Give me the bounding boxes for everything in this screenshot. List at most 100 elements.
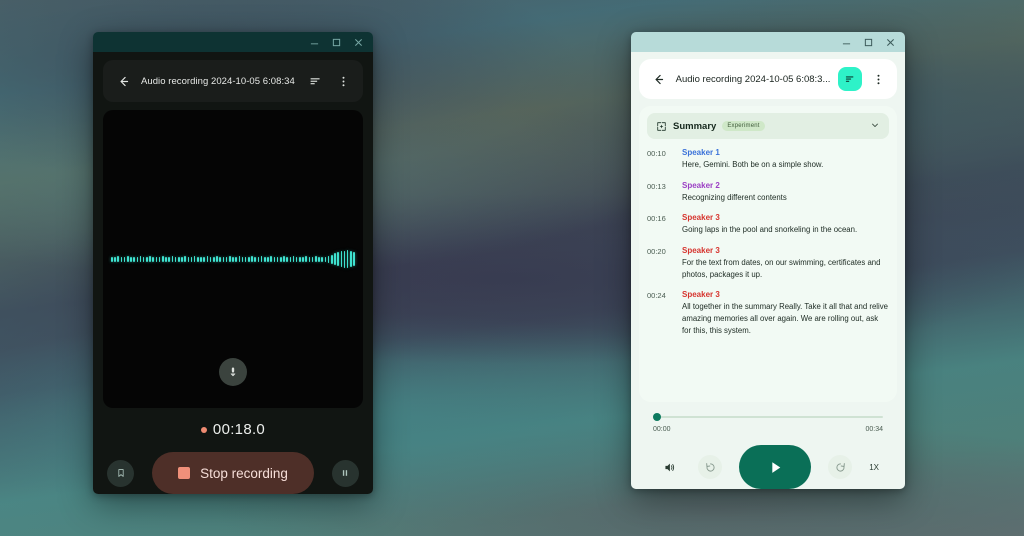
waveform-bar: [324, 256, 327, 262]
waveform-bar: [260, 256, 263, 262]
waveform-bar: [235, 256, 237, 262]
volume-icon[interactable]: [657, 455, 681, 479]
waveform-bar: [337, 252, 339, 266]
waveform-bar: [152, 256, 155, 262]
waveform-bar: [158, 256, 161, 262]
waveform-bar: [200, 256, 202, 262]
waveform-bar: [111, 256, 113, 262]
experiment-badge: Experiment: [722, 121, 765, 131]
waveform-bar: [130, 256, 132, 262]
player-title: Audio recording 2024-10-05 6:08:3...: [675, 73, 831, 85]
player-controls: 1X: [653, 433, 883, 489]
waveform-bar: [209, 256, 212, 262]
summary-toggle[interactable]: Summary Experiment: [647, 113, 889, 139]
waveform-bar: [286, 256, 288, 262]
waveform-bar: [197, 256, 199, 262]
waveform-bar: [149, 256, 151, 262]
transcript-timestamp: 00:16: [647, 214, 666, 224]
forward-10-icon[interactable]: [828, 455, 853, 479]
transcript-timestamp: 00:13: [647, 181, 666, 191]
pause-icon[interactable]: [331, 459, 359, 487]
transcript-entry[interactable]: 00:13 Speaker 2 Recognizing different cont…: [647, 181, 889, 204]
waveform-bar: [315, 256, 317, 262]
transcript-body: Speaker 1 Here, Gemini. Both be on a simp…: [682, 148, 889, 171]
waveform-bar: [222, 256, 225, 262]
waveform-bar: [273, 256, 276, 262]
playback-speed-button[interactable]: 1X: [869, 463, 879, 472]
transcript-entry[interactable]: 00:20 Speaker 3 For the text from dates, o…: [647, 246, 889, 280]
waveform-bar: [279, 256, 282, 262]
transcript-timestamp: 00:20: [647, 247, 666, 257]
transcript-body: Speaker 3 Going laps in the pool and snor…: [682, 213, 889, 236]
waveform-bar: [276, 256, 279, 262]
waveform-bar: [302, 256, 304, 262]
waveform-bar: [292, 256, 295, 262]
recorder-maximize-button[interactable]: [325, 33, 347, 51]
waveform-bar: [139, 256, 142, 262]
seek-knob[interactable]: [653, 413, 661, 421]
waveform-bar: [114, 256, 116, 262]
player-minimize-button[interactable]: [835, 33, 857, 51]
transcript-text: Recognizing different contents: [682, 192, 787, 202]
back-arrow-icon[interactable]: [648, 69, 668, 89]
waveform-bar: [232, 256, 234, 262]
player-body: Audio recording 2024-10-05 6:08:3... Sum…: [631, 52, 905, 489]
transcript-entry[interactable]: 00:10 Speaker 1 Here, Gemini. Both be on a…: [647, 148, 889, 171]
waveform-bar: [168, 256, 170, 262]
waveform-bar: [295, 256, 298, 262]
waveform-bar: [133, 256, 135, 262]
stop-recording-button[interactable]: Stop recording: [152, 452, 314, 494]
replay-10-icon[interactable]: [698, 455, 723, 479]
transcript-timestamp: 00:24: [647, 291, 666, 301]
waveform-bar: [289, 256, 292, 262]
transcript-speaker: Speaker 3: [682, 290, 720, 300]
player-maximize-button[interactable]: [857, 33, 879, 51]
waveform-bar: [120, 256, 123, 262]
transcript-body: Speaker 3 All together in the summary Rea…: [682, 290, 889, 336]
play-button[interactable]: [739, 445, 812, 489]
more-vertical-icon[interactable]: [333, 71, 353, 91]
summary-sparkle-icon: [657, 121, 666, 131]
waveform-bar: [184, 256, 186, 262]
waveform-bar: [126, 256, 129, 262]
more-vertical-icon[interactable]: [868, 69, 888, 89]
player-close-button[interactable]: [879, 33, 901, 51]
player-window: Audio recording 2024-10-05 6:08:3... Sum…: [631, 32, 905, 489]
chevron-down-icon[interactable]: [870, 120, 880, 132]
transcript-speaker: Speaker 1: [682, 148, 720, 157]
transcript-speaker: Speaker 2: [682, 180, 720, 190]
transcript-entry[interactable]: 00:24 Speaker 3 All together in the summar…: [647, 290, 889, 336]
waveform-bar: [225, 256, 228, 262]
waveform-bar: [123, 256, 126, 262]
transcript-text: Here, Gemini. Both be on a simple show.: [682, 160, 824, 169]
recorder-minimize-button[interactable]: [303, 33, 325, 51]
microphone-down-icon[interactable]: [219, 358, 247, 386]
transcript-icon[interactable]: [838, 67, 862, 91]
transcript-list[interactable]: 00:10 Speaker 1 Here, Gemini. Both be on a…: [639, 139, 897, 355]
waveform-bar: [305, 256, 308, 262]
play-icon: [771, 461, 780, 473]
waveform-bar: [251, 256, 253, 262]
seek-slider[interactable]: [653, 412, 883, 422]
recorder-close-button[interactable]: [347, 33, 369, 51]
transcript-entry[interactable]: 00:16 Speaker 3 Going laps in the pool and…: [647, 213, 889, 236]
transcript-icon[interactable]: [305, 71, 325, 91]
player-time-row: 00:00 00:34: [653, 426, 883, 433]
player-titlebar: [631, 32, 905, 52]
back-arrow-icon[interactable]: [113, 71, 133, 91]
bookmark-icon[interactable]: [107, 459, 135, 487]
waveform-bar: [318, 256, 320, 262]
recorder-elapsed-time: 00:18.0: [212, 421, 266, 438]
waveform-bar: [340, 251, 343, 267]
current-time: 00:00: [653, 426, 671, 433]
recorder-body: Audio recording 2024-10-05 6:08:34 PM 00…: [93, 52, 373, 494]
stop-square-icon: [178, 467, 191, 479]
seek-track: [653, 415, 883, 419]
recorder-timer-row: 00:18.0: [103, 408, 363, 438]
transcript-timestamp: 00:10: [647, 149, 666, 158]
total-time: 00:34: [865, 426, 883, 433]
waveform-bar: [343, 250, 346, 268]
waveform-bar: [327, 255, 330, 263]
waveform-bar: [117, 256, 119, 262]
waveform-bar: [142, 256, 145, 262]
